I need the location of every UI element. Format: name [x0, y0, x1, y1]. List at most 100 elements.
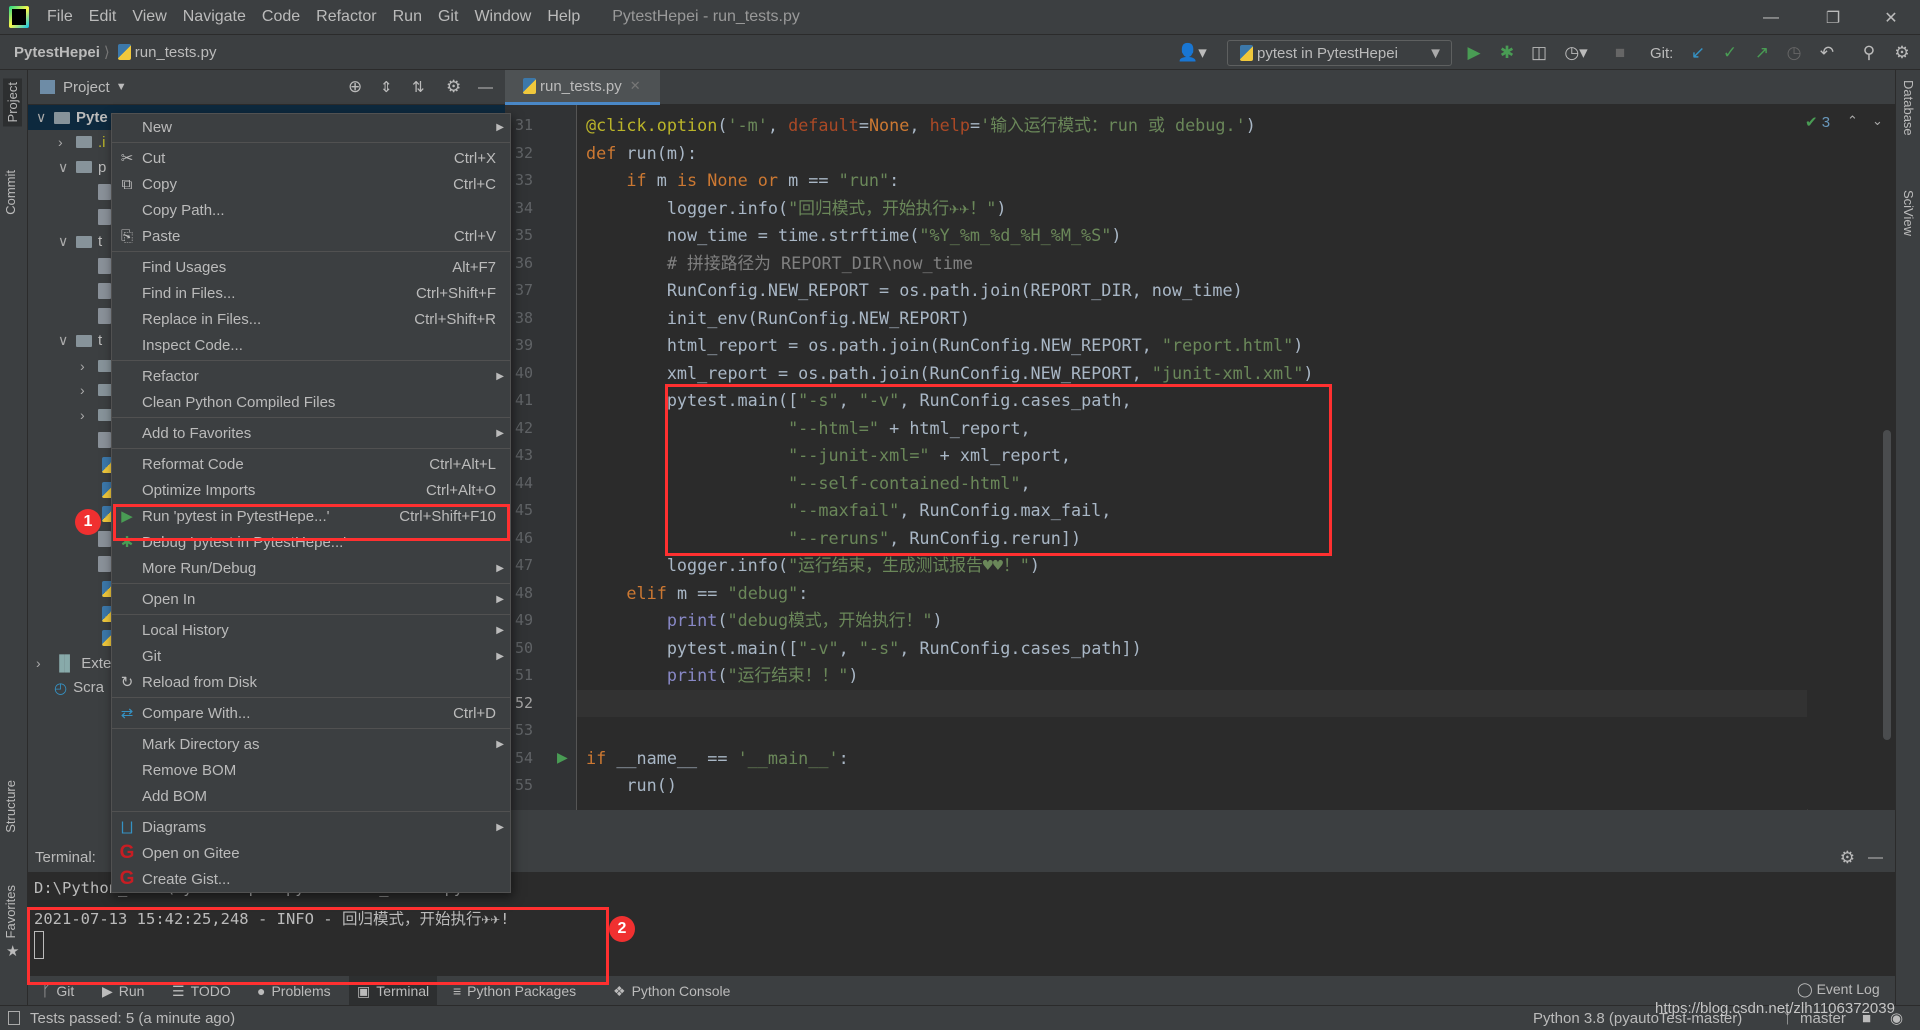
menu-item-add-bom[interactable]: Add BOM — [112, 783, 510, 809]
tree-item[interactable]: ∨ Pyte — [36, 105, 108, 130]
tool-tab-project[interactable]: Project — [3, 78, 22, 127]
menu-item-more-run-debug[interactable]: More Run/Debug ▶ — [112, 555, 510, 581]
tree-item[interactable]: ∨ t — [58, 229, 102, 254]
locate-icon[interactable]: ⊕ — [348, 77, 362, 97]
menu-refactor[interactable]: Refactor — [308, 8, 384, 26]
tree-item[interactable]: ∨ p — [58, 155, 106, 180]
lock-icon[interactable]: ■ — [1862, 1010, 1871, 1027]
chevron-right-icon[interactable]: › — [58, 134, 76, 150]
coverage-icon[interactable]: ◫ — [1527, 41, 1551, 65]
tool-tab-structure[interactable]: Structure — [3, 780, 18, 833]
hide-panel-icon[interactable]: — — [478, 79, 493, 96]
chevron-down-icon[interactable]: ∨ — [36, 109, 54, 126]
chevron-down-icon[interactable]: ∨ — [58, 332, 76, 349]
menu-item-cut[interactable]: ✂ Cut Ctrl+X — [112, 145, 510, 171]
menu-view[interactable]: View — [124, 8, 174, 26]
menu-item-reformat-code[interactable]: Reformat Code Ctrl+Alt+L — [112, 451, 510, 477]
menu-item-find-in-files[interactable]: Find in Files... Ctrl+Shift+F — [112, 280, 510, 306]
rollback-icon[interactable]: ↶ — [1815, 41, 1839, 65]
expand-all-icon[interactable]: ⇕ — [380, 78, 393, 96]
close-window-button[interactable]: ✕ — [1868, 0, 1914, 35]
close-tab-icon[interactable]: ✕ — [630, 78, 641, 94]
breadcrumb-project[interactable]: PytestHepei — [14, 44, 100, 61]
menu-item-add-to-favorites[interactable]: Add to Favorites ▶ — [112, 420, 510, 446]
menu-item-paste[interactable]: ⎘ Paste Ctrl+V — [112, 223, 510, 249]
settings-gear-icon[interactable]: ⚙ — [1840, 848, 1855, 868]
tool-tab-commit[interactable]: Commit — [3, 170, 18, 215]
menu-item-open-in[interactable]: Open In ▶ — [112, 586, 510, 612]
python-icon: ❖ — [613, 982, 626, 999]
stop-icon[interactable]: ■ — [1608, 41, 1632, 65]
menu-item-refactor[interactable]: Refactor ▶ — [112, 363, 510, 389]
menu-item-find-usages[interactable]: Find Usages Alt+F7 — [112, 254, 510, 280]
chevron-right-icon[interactable]: › — [80, 407, 98, 423]
next-highlight-icon[interactable]: ⌄ — [1872, 113, 1883, 129]
inspection-widget[interactable]: ✔ 3 — [1805, 113, 1830, 131]
inspector-icon[interactable]: ◉ — [1890, 1009, 1903, 1027]
menu-item-optimize-imports[interactable]: Optimize Imports Ctrl+Alt+O — [112, 477, 510, 503]
toggle-tool-windows-icon[interactable] — [8, 1011, 20, 1025]
menu-item-diagrams[interactable]: ⨆ Diagrams ▶ — [112, 814, 510, 840]
menu-item-remove-bom[interactable]: Remove BOM — [112, 757, 510, 783]
debug-icon[interactable]: ✱ — [1495, 41, 1519, 65]
previous-highlight-icon[interactable]: ⌃ — [1847, 113, 1858, 129]
menu-window[interactable]: Window — [466, 8, 539, 26]
hide-panel-icon[interactable]: — — [1868, 849, 1883, 866]
menu-item-local-history[interactable]: Local History ▶ — [112, 617, 510, 643]
status-message[interactable]: Tests passed: 5 (a minute ago) — [30, 1010, 235, 1027]
tree-item[interactable]: ◴ Scra — [36, 675, 104, 700]
menu-file[interactable]: File — [39, 8, 81, 26]
menu-item-reload-from-disk[interactable]: ↻ Reload from Disk — [112, 669, 510, 695]
menu-item-clean-python-compiled-files[interactable]: Clean Python Compiled Files — [112, 389, 510, 415]
account-icon[interactable]: 👤▾ — [1175, 41, 1209, 65]
menu-run[interactable]: Run — [385, 8, 430, 26]
chevron-down-icon[interactable]: ∨ — [58, 233, 76, 250]
menu-item-open-on-gitee[interactable]: G Open on Gitee — [112, 840, 510, 866]
tree-item[interactable]: › .i — [58, 130, 106, 155]
editor-tab-run-tests[interactable]: run_tests.py ✕ — [505, 70, 660, 105]
chevron-down-icon[interactable]: ∨ — [58, 159, 76, 176]
menu-item-copy[interactable]: ⧉ Copy Ctrl+C — [112, 171, 510, 197]
menu-item-git[interactable]: Git ▶ — [112, 643, 510, 669]
history-icon[interactable]: ◷ — [1782, 41, 1806, 65]
minimize-button[interactable]: — — [1748, 0, 1794, 35]
settings-gear-icon[interactable]: ⚙ — [446, 77, 461, 97]
project-panel-title[interactable]: Project — [63, 79, 110, 96]
settings-gear-icon[interactable]: ⚙ — [1890, 41, 1914, 65]
tool-tab-python-console[interactable]: ❖ Python Console — [605, 976, 738, 1006]
chevron-right-icon[interactable]: › — [80, 358, 98, 374]
menu-code[interactable]: Code — [254, 8, 308, 26]
search-icon[interactable]: ⚲ — [1857, 41, 1881, 65]
menu-item-mark-directory-as[interactable]: Mark Directory as ▶ — [112, 731, 510, 757]
breadcrumb-file[interactable]: run_tests.py — [135, 44, 217, 61]
editor-scrollbar[interactable] — [1883, 430, 1891, 740]
menu-item-compare-with[interactable]: ⇄ Compare With... Ctrl+D — [112, 700, 510, 726]
event-log-button[interactable]: ◯ Event Log — [1797, 981, 1880, 998]
menu-item-copy-path[interactable]: Copy Path... — [112, 197, 510, 223]
chevron-down-icon[interactable]: ▼ — [116, 81, 127, 93]
menu-navigate[interactable]: Navigate — [175, 8, 254, 26]
chevron-right-icon[interactable]: › — [80, 382, 98, 398]
tree-item[interactable]: › ▐▌ Exte — [36, 651, 111, 676]
collapse-all-icon[interactable]: ⇅ — [412, 78, 425, 96]
tree-item[interactable]: ∨ t — [58, 328, 102, 353]
git-commit-icon[interactable]: ✓ — [1718, 41, 1742, 65]
menu-item-replace-in-files[interactable]: Replace in Files... Ctrl+Shift+R — [112, 306, 510, 332]
git-update-icon[interactable]: ↙ — [1686, 41, 1710, 65]
menu-item-inspect-code[interactable]: Inspect Code... — [112, 332, 510, 358]
chevron-right-icon[interactable]: › — [36, 655, 54, 671]
menu-git[interactable]: Git — [430, 8, 466, 26]
profile-icon[interactable]: ◷▾ — [1558, 41, 1594, 65]
run-gutter-icon[interactable]: ▶ — [557, 749, 568, 766]
menu-help[interactable]: Help — [539, 8, 588, 26]
menu-item-create-gist[interactable]: G Create Gist... — [112, 866, 510, 892]
tool-tab-database[interactable]: Database — [1901, 80, 1916, 136]
git-push-icon[interactable]: ↗ — [1750, 41, 1774, 65]
tool-tab-sciview[interactable]: SciView — [1901, 190, 1916, 236]
menu-edit[interactable]: Edit — [81, 8, 125, 26]
tool-tab-favorites[interactable]: Favorites — [3, 885, 18, 938]
run-configuration-select[interactable]: pytest in PytestHepei ▼ — [1227, 40, 1452, 66]
restore-button[interactable]: ❐ — [1810, 0, 1856, 35]
menu-item-new[interactable]: New ▶ — [112, 114, 510, 140]
run-icon[interactable]: ▶ — [1462, 41, 1486, 65]
